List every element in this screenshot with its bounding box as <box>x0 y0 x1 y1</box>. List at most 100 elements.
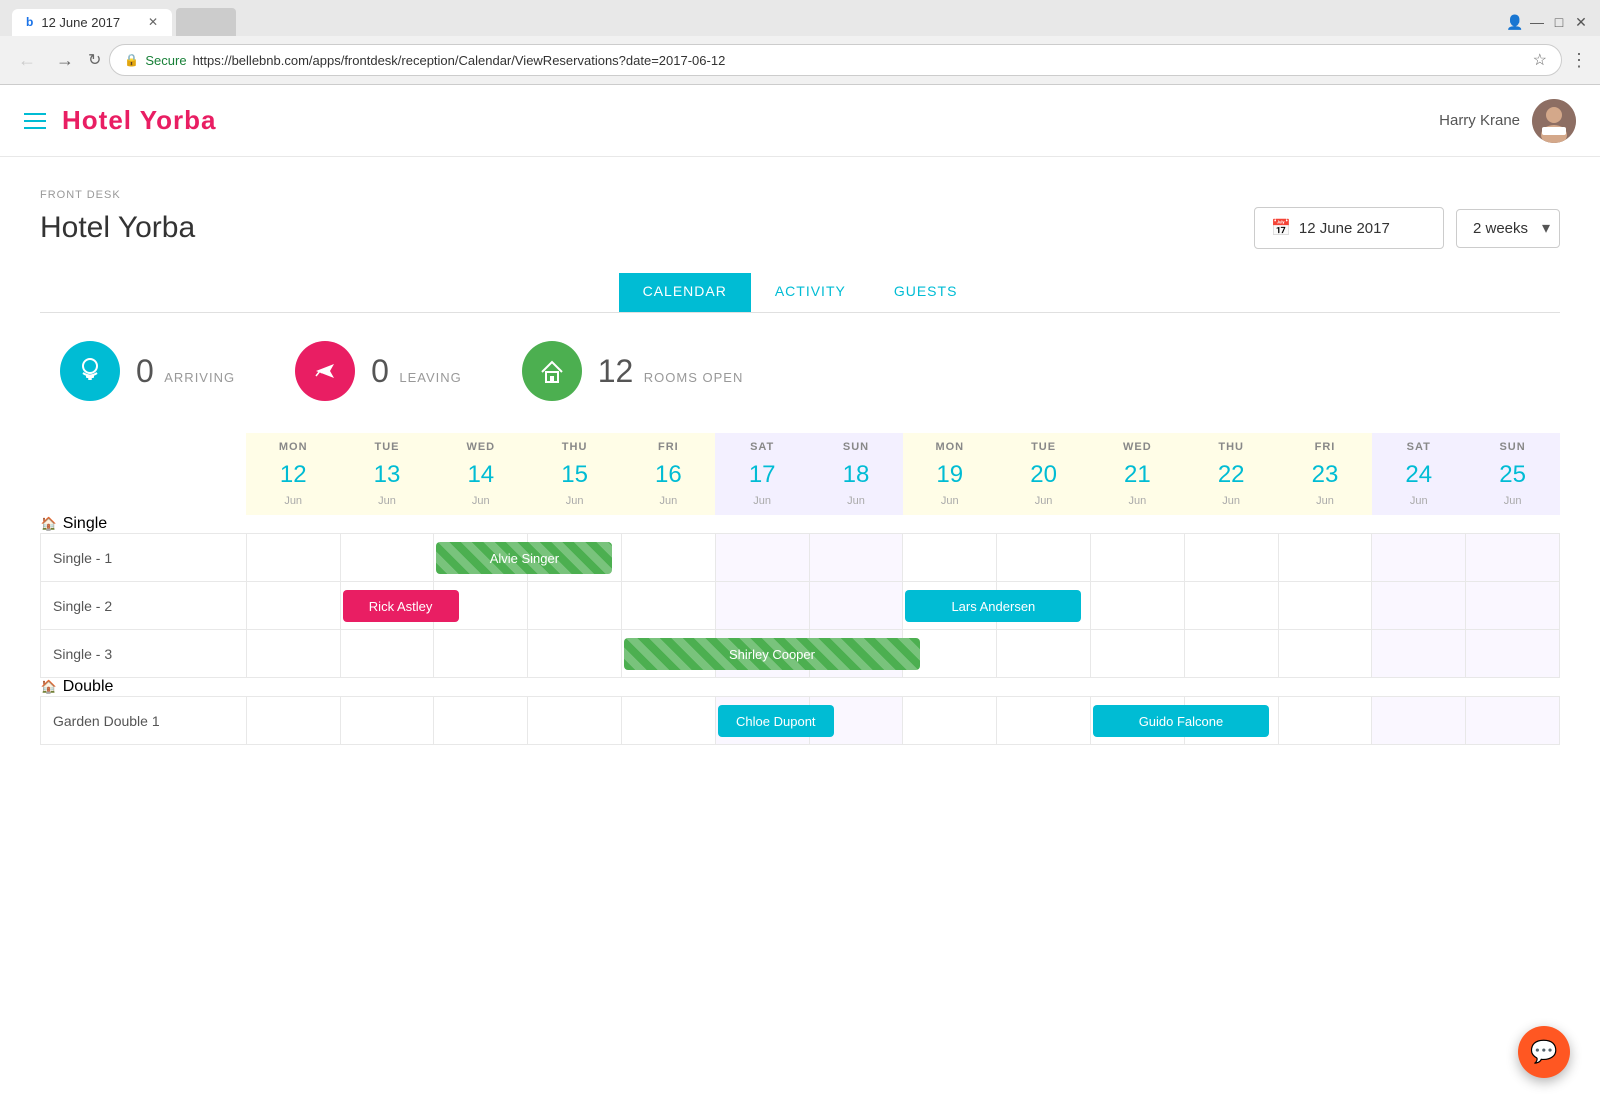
calendar-cell[interactable] <box>1184 630 1278 678</box>
cal-month: Jun <box>528 493 622 515</box>
calendar-cell[interactable] <box>528 582 622 630</box>
browser-tab[interactable]: b 12 June 2017 ✕ <box>12 9 172 36</box>
calendar-cell[interactable] <box>621 697 715 745</box>
cal-header-dow: THU <box>1184 433 1278 457</box>
calendar-cell[interactable] <box>1466 630 1560 678</box>
bookmark-icon[interactable]: ☆ <box>1533 50 1547 70</box>
cal-header-dow: FRI <box>1278 433 1372 457</box>
calendar-cell[interactable] <box>903 534 997 582</box>
cal-month: Jun <box>715 493 809 515</box>
calendar-cell[interactable] <box>246 534 340 582</box>
table-row: Single - 1Alvie Singer <box>41 534 1560 582</box>
calendar-cell[interactable] <box>340 630 434 678</box>
leaving-label: LEAVING <box>399 370 461 385</box>
calendar-cell[interactable] <box>1278 534 1372 582</box>
cal-date: 15 <box>528 457 622 493</box>
date-picker-button[interactable]: 📅 12 June 2017 <box>1254 207 1444 249</box>
calendar-cell[interactable] <box>715 582 809 630</box>
calendar-cell[interactable] <box>1372 582 1466 630</box>
cal-date: 14 <box>434 457 528 493</box>
cal-header-dow: MON <box>903 433 997 457</box>
reservation-bar[interactable]: Chloe Dupont <box>718 705 834 737</box>
cal-header-dow: SAT <box>715 433 809 457</box>
chat-fab-button[interactable]: 💬 <box>1518 1026 1570 1078</box>
leaving-count-group: 0 LEAVING <box>371 353 462 390</box>
tabs-bar: CALENDAR ACTIVITY GUESTS <box>40 273 1560 313</box>
arriving-icon <box>60 341 120 401</box>
secure-lock-icon: 🔒 <box>124 53 139 67</box>
reservation-bar[interactable]: Shirley Cooper <box>624 638 920 670</box>
calendar-cell[interactable] <box>997 630 1091 678</box>
calendar-cell[interactable] <box>1278 582 1372 630</box>
calendar-cell[interactable] <box>340 534 434 582</box>
profile-icon: 👤 <box>1508 15 1522 29</box>
calendar-cell[interactable] <box>528 697 622 745</box>
tab-activity[interactable]: ACTIVITY <box>751 273 870 312</box>
reservation-bar[interactable]: Guido Falcone <box>1093 705 1269 737</box>
calendar-cell[interactable] <box>1184 582 1278 630</box>
hamburger-menu-button[interactable] <box>24 113 46 129</box>
forward-button[interactable]: → <box>50 48 80 73</box>
calendar-cell[interactable] <box>1372 534 1466 582</box>
tab-close-button[interactable]: ✕ <box>148 15 158 29</box>
cal-month: Jun <box>1184 493 1278 515</box>
calendar-cell[interactable] <box>434 630 528 678</box>
calendar-cell[interactable] <box>1278 697 1372 745</box>
table-row: Garden Double 1Chloe DupontGuido Falcone <box>41 697 1560 745</box>
calendar-cell[interactable] <box>246 630 340 678</box>
calendar-cell[interactable] <box>1372 630 1466 678</box>
calendar-cell[interactable] <box>1466 534 1560 582</box>
calendar-cell[interactable]: Chloe Dupont <box>715 697 809 745</box>
tab-calendar[interactable]: CALENDAR <box>619 273 751 312</box>
calendar-cell[interactable] <box>715 534 809 582</box>
calendar-cell[interactable] <box>1466 697 1560 745</box>
reservation-bar[interactable]: Alvie Singer <box>436 542 612 574</box>
section-name: Double <box>63 678 114 695</box>
reload-button[interactable]: ↻ <box>88 50 101 70</box>
calendar-cell[interactable]: Lars Andersen <box>903 582 997 630</box>
calendar-cell[interactable] <box>340 697 434 745</box>
calendar-cell[interactable] <box>809 534 903 582</box>
calendar-cell[interactable] <box>1372 697 1466 745</box>
calendar-cell[interactable] <box>1466 582 1560 630</box>
rooms-open-label: ROOMS OPEN <box>644 370 744 385</box>
calendar-cell[interactable]: Alvie Singer <box>434 534 528 582</box>
reservation-bar[interactable]: Rick Astley <box>343 590 459 622</box>
house-icon <box>537 356 567 386</box>
calendar-cell[interactable] <box>1090 534 1184 582</box>
back-button[interactable]: ← <box>12 48 42 73</box>
calendar-cell[interactable]: Shirley Cooper <box>621 630 715 678</box>
weeks-select[interactable]: 2 weeks 1 week 3 weeks <box>1456 209 1560 248</box>
calendar-cell[interactable] <box>1090 630 1184 678</box>
arriving-stat: 0 ARRIVING <box>60 341 235 401</box>
browser-toolbar: ← → ↻ 🔒 Secure https://bellebnb.com/apps… <box>0 36 1600 84</box>
section-row: 🏠Single <box>41 515 1560 534</box>
address-bar[interactable]: 🔒 Secure https://bellebnb.com/apps/front… <box>109 44 1562 76</box>
minimize-button[interactable]: — <box>1530 15 1544 29</box>
calendar-cell[interactable] <box>903 697 997 745</box>
calendar-cell[interactable] <box>528 630 622 678</box>
calendar-cell[interactable] <box>246 697 340 745</box>
calendar-cell[interactable] <box>621 582 715 630</box>
calendar-cell[interactable] <box>621 534 715 582</box>
calendar-cell[interactable] <box>997 534 1091 582</box>
reservation-bar[interactable]: Lars Andersen <box>905 590 1081 622</box>
tab-title: 12 June 2017 <box>41 15 120 30</box>
calendar-cell[interactable]: Rick Astley <box>340 582 434 630</box>
calendar-cell[interactable] <box>1090 582 1184 630</box>
calendar-cell[interactable]: Guido Falcone <box>1090 697 1184 745</box>
cal-date: 18 <box>809 457 903 493</box>
maximize-button[interactable]: □ <box>1552 15 1566 29</box>
calendar-cell[interactable] <box>246 582 340 630</box>
close-button[interactable]: ✕ <box>1574 15 1588 29</box>
calendar-cell[interactable] <box>809 582 903 630</box>
calendar-cell[interactable] <box>997 697 1091 745</box>
calendar-cell[interactable] <box>1278 630 1372 678</box>
calendar-cell[interactable] <box>1184 534 1278 582</box>
cal-month: Jun <box>1372 493 1466 515</box>
calendar-cell[interactable] <box>434 697 528 745</box>
cal-date: 19 <box>903 457 997 493</box>
cal-date: 12 <box>246 457 340 493</box>
browser-menu-icon[interactable]: ⋮ <box>1570 50 1588 71</box>
tab-guests[interactable]: GUESTS <box>870 273 982 312</box>
